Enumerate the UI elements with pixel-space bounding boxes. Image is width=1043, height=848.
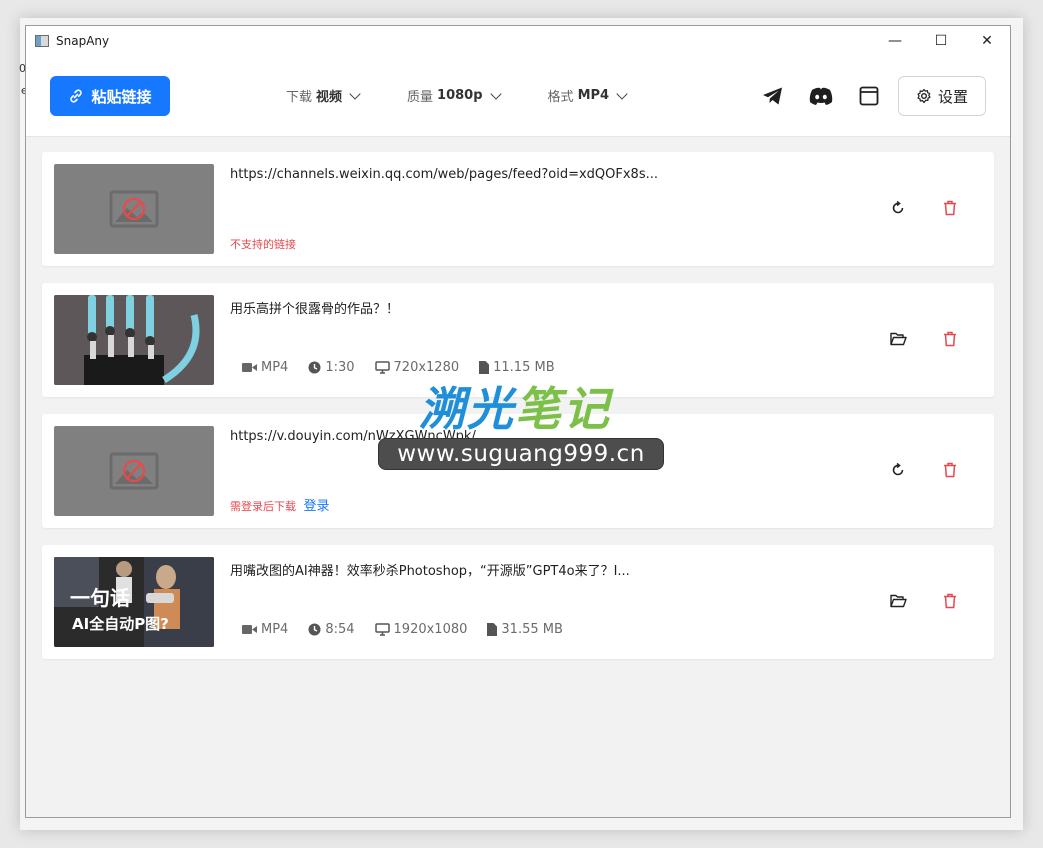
toolbar-right: 设置	[738, 76, 986, 116]
app-icon	[35, 35, 49, 47]
thumbnail-text: 一句话	[70, 586, 130, 610]
item-title: 用乐高拼个很露骨的作品？！	[230, 302, 400, 317]
paste-link-button[interactable]: 粘贴链接	[50, 76, 170, 116]
video-thumbnail	[54, 295, 214, 385]
thumbnail-placeholder	[54, 426, 214, 516]
option-dropdowns: 下载 视频 质量 1080p 格式 MP4	[286, 86, 674, 105]
quality-label: 质量	[407, 90, 434, 105]
item-meta: MP4 8:54 1920x1080 31.55 MB	[242, 622, 583, 637]
open-folder-button[interactable]	[888, 591, 908, 611]
trash-icon	[944, 331, 956, 347]
video-camera-icon	[242, 363, 257, 372]
quality-dropdown[interactable]: 质量 1080p	[407, 86, 502, 105]
clock-icon	[308, 623, 321, 636]
format-dropdown[interactable]: 格式 MP4	[547, 86, 628, 105]
monitor-icon	[374, 623, 390, 636]
video-thumbnail: 一句话 AI全自动P图?	[54, 557, 214, 647]
watermark: 溯光笔记 www.suguang999.cn	[378, 373, 664, 477]
clock-icon	[308, 361, 321, 374]
window-icon[interactable]	[856, 83, 882, 109]
file-icon	[487, 623, 498, 636]
retry-button[interactable]	[888, 460, 908, 480]
watermark-url: www.suguang999.cn	[378, 438, 664, 470]
broken-image-icon	[109, 452, 159, 490]
error-message: 不支持的链接	[230, 238, 296, 251]
app-window: SnapAny — ☐ ✕ 粘贴链接 下载 视频 质量 1080p 格式 MP4…	[25, 25, 1011, 818]
title-bar: SnapAny — ☐ ✕	[26, 26, 1010, 56]
paste-link-label: 粘贴链接	[91, 87, 152, 106]
link-icon	[70, 89, 83, 103]
trash-icon	[944, 462, 956, 478]
window-title: SnapAny	[56, 34, 110, 48]
meta-duration: 8:54	[308, 622, 355, 637]
error-message: 需登录后下载	[230, 500, 296, 513]
meta-format: MP4	[242, 622, 288, 637]
download-type-value: 视频	[316, 90, 343, 105]
video-camera-icon	[242, 625, 257, 634]
refresh-icon	[892, 462, 904, 476]
settings-label: 设置	[937, 87, 968, 106]
meta-size: 31.55 MB	[487, 622, 563, 637]
refresh-icon	[892, 200, 904, 214]
toolbar: 粘贴链接 下载 视频 质量 1080p 格式 MP4 设置	[26, 56, 1010, 137]
chevron-down-icon	[489, 87, 502, 100]
format-value: MP4	[577, 88, 610, 103]
close-button[interactable]: ✕	[964, 26, 1010, 56]
chevron-down-icon	[349, 87, 361, 100]
meta-resolution: 1920x1080	[374, 622, 467, 637]
format-label: 格式	[547, 90, 574, 105]
delete-button[interactable]	[940, 198, 960, 218]
retry-button[interactable]	[888, 198, 908, 218]
folder-open-icon	[889, 332, 907, 346]
delete-button[interactable]	[940, 460, 960, 480]
item-title: 用嘴改图的AI神器！效率秒杀Photoshop，“开源版”GPT4o来了？I..…	[230, 564, 630, 579]
item-title: https://channels.weixin.qq.com/web/pages…	[230, 167, 658, 182]
open-folder-button[interactable]	[888, 329, 908, 349]
watermark-title: 溯光笔记	[419, 382, 611, 436]
meta-duration: 1:30	[308, 360, 355, 375]
thumbnail-text: AI全自动P图?	[72, 615, 169, 633]
trash-icon	[944, 593, 956, 609]
download-item: 一句话 AI全自动P图? 用嘴改图的AI神器！效率秒杀Photoshop，“开源…	[42, 545, 994, 659]
download-type-dropdown[interactable]: 下载 视频	[286, 86, 361, 105]
download-type-label: 下载	[286, 90, 313, 105]
chevron-down-icon	[616, 87, 628, 100]
quality-value: 1080p	[437, 88, 483, 103]
meta-format: MP4	[242, 360, 288, 375]
login-link[interactable]: 登录	[304, 499, 330, 514]
trash-icon	[944, 200, 956, 216]
delete-button[interactable]	[940, 591, 960, 611]
download-item: https://channels.weixin.qq.com/web/pages…	[42, 152, 994, 266]
discord-icon[interactable]	[808, 83, 834, 109]
folder-open-icon	[889, 594, 907, 608]
broken-image-icon	[109, 190, 159, 228]
maximize-button[interactable]: ☐	[918, 26, 964, 56]
minimize-button[interactable]: —	[872, 26, 918, 56]
delete-button[interactable]	[940, 329, 960, 349]
thumbnail-placeholder	[54, 164, 214, 254]
settings-button[interactable]: 设置	[898, 76, 986, 116]
error-row: 需登录后下载 登录	[230, 495, 330, 514]
window-controls: — ☐ ✕	[872, 26, 1010, 56]
telegram-icon[interactable]	[760, 83, 786, 109]
gear-icon	[917, 88, 931, 104]
